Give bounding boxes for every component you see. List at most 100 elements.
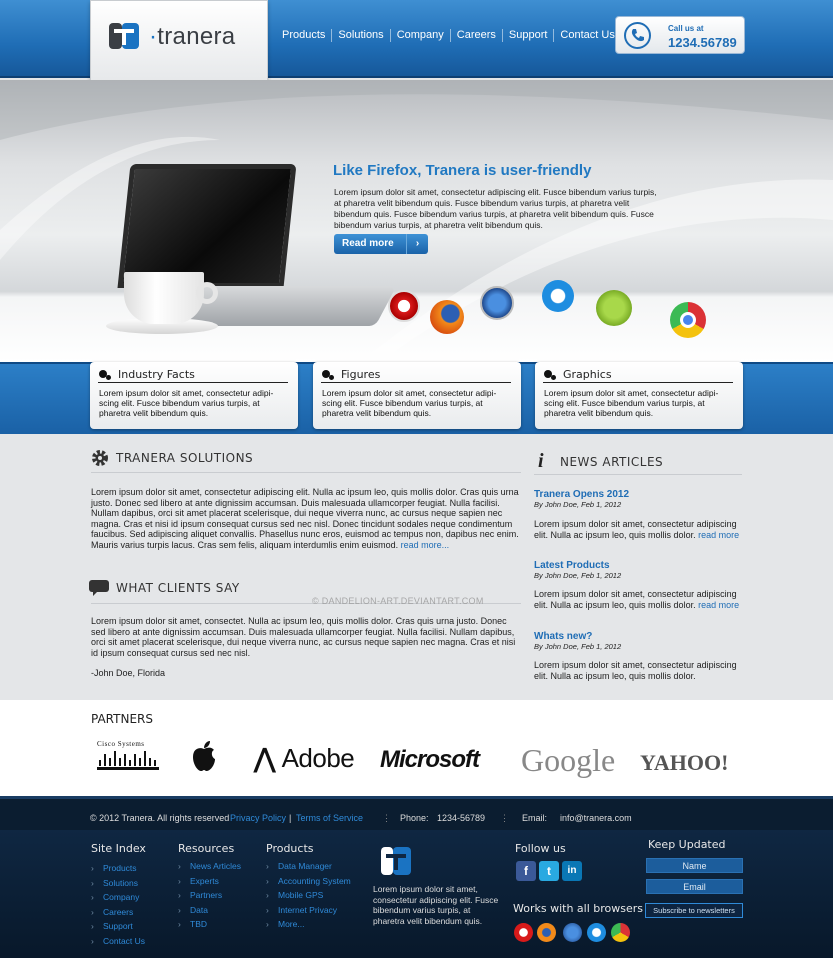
news-title-3[interactable]: Whats new? [534, 631, 592, 642]
terms-link[interactable]: Terms of Service [296, 813, 363, 823]
fact-text: Lorem ipsum dolor sit amet, consectetur … [99, 388, 274, 418]
footer-link[interactable]: Mobile GPS [266, 888, 351, 903]
news-text: Lorem ipsum dolor sit amet, consectetur … [534, 519, 740, 540]
news-byline: By John Doe, Feb 1, 2012 [534, 500, 622, 509]
news-read-more-link[interactable]: read more [698, 600, 739, 610]
speech-bubble-icon [89, 580, 109, 596]
opera-icon [388, 290, 420, 322]
dots-separator: ⋮ [382, 813, 391, 823]
chevron-right-icon: › [406, 234, 428, 254]
news-title-2[interactable]: Latest Products [534, 560, 610, 571]
adobe-logo[interactable]: ⋀ Adobe [254, 743, 355, 774]
footer-link[interactable]: News Articles [178, 859, 241, 874]
logo-box[interactable]: ·tranera [90, 0, 268, 83]
news-title-1[interactable]: Tranera Opens 2012 [534, 489, 629, 500]
chrome-icon [611, 923, 630, 942]
footer-link[interactable]: Data Manager [266, 859, 351, 874]
site-index-list: Products Solutions Company Careers Suppo… [91, 861, 145, 948]
fact-header: Figures [321, 367, 511, 383]
nav-products[interactable]: Products [276, 29, 333, 42]
footer-link[interactable]: TBD [178, 917, 241, 932]
laptop-image [117, 164, 297, 288]
client-author: -John Doe, Florida [91, 668, 166, 678]
read-more-button[interactable]: Read more › [334, 234, 428, 254]
fact-title: Industry Facts [118, 368, 195, 381]
nav-support[interactable]: Support [503, 29, 555, 42]
microsoft-logo[interactable]: Microsoft [380, 746, 480, 774]
footer-link[interactable]: Support [91, 919, 145, 934]
fact-card-industry: Industry Facts Lorem ipsum dolor sit ame… [90, 362, 298, 429]
gear-icon [92, 450, 108, 466]
cup-handle [196, 282, 218, 304]
fact-header: Graphics [543, 367, 733, 383]
footer-link[interactable]: Company [91, 890, 145, 905]
ie-icon: e [542, 280, 574, 312]
yahoo-logo[interactable]: YAHOO! [640, 750, 728, 776]
footer-link[interactable]: Experts [178, 874, 241, 889]
news-text: Lorem ipsum dolor sit amet, consectetur … [534, 660, 737, 681]
twitter-icon[interactable]: t [539, 861, 559, 881]
nav-contact-us[interactable]: Contact Us [554, 29, 620, 42]
name-input[interactable]: Name [646, 858, 743, 873]
safari-icon [563, 923, 582, 942]
partners-section: PARTNERS Cisco Systems ⋀ Adobe Microsoft… [0, 700, 833, 796]
privacy-policy-link[interactable]: Privacy Policy [230, 813, 286, 823]
email-address: info@tranera.com [560, 813, 632, 823]
site-footer: Site Index Products Solutions Company Ca… [0, 830, 833, 958]
call-label: Call us at [668, 24, 704, 33]
fact-text: Lorem ipsum dolor sit amet, consectetur … [322, 388, 497, 418]
hero-text: Lorem ipsum dolor sit amet, consectetur … [334, 187, 657, 230]
products-heading: Products [266, 842, 314, 855]
footer-link[interactable]: Careers [91, 905, 145, 920]
email-input[interactable]: Email [646, 879, 743, 894]
news-heading: NEWS ARTICLES [560, 455, 664, 469]
safari-icon [480, 286, 514, 320]
linkedin-icon[interactable]: in [562, 861, 582, 881]
ie-icon [587, 923, 606, 942]
footer-link[interactable]: Internet Privacy [266, 903, 351, 918]
footer-link[interactable]: Data [178, 903, 241, 918]
dots-icon-small [329, 375, 334, 380]
news-text: Lorem ipsum dolor sit amet, consectetur … [534, 589, 740, 610]
call-us-box: Call us at 1234.56789 [615, 16, 745, 54]
google-logo[interactable]: Google [521, 742, 615, 779]
fact-title: Graphics [563, 368, 612, 381]
apple-logo-icon[interactable] [191, 740, 217, 772]
fact-title: Figures [341, 368, 381, 381]
follow-heading: Follow us [515, 842, 566, 855]
nav-company[interactable]: Company [391, 29, 451, 42]
chrome-icon [670, 302, 706, 338]
link-separator: | [289, 813, 292, 823]
nav-careers[interactable]: Careers [451, 29, 503, 42]
cisco-bars-icon [97, 751, 159, 770]
subscribe-button[interactable]: Subscribe to newsletters [645, 903, 743, 918]
solutions-text: Lorem ipsum dolor sit amet, consectetur … [91, 487, 519, 550]
footer-link[interactable]: Accounting System [266, 874, 351, 889]
footer-link[interactable]: More... [266, 917, 351, 932]
dots-separator: ⋮ [500, 813, 509, 823]
footer-about-text: Lorem ipsum dolor sit amet, consectetur … [373, 884, 499, 926]
news-read-more-link[interactable]: read more [698, 530, 739, 540]
dots-icon-small [551, 375, 556, 380]
footer-link[interactable]: Solutions [91, 876, 145, 891]
facebook-icon[interactable]: f [516, 861, 536, 881]
solutions-heading: TRANERA SOLUTIONS [116, 451, 254, 465]
footer-link[interactable]: Products [91, 861, 145, 876]
nav-solutions[interactable]: Solutions [332, 29, 391, 42]
divider [91, 472, 521, 473]
android-icon [596, 290, 632, 326]
footer-link[interactable]: Contact Us [91, 934, 145, 949]
cisco-logo[interactable]: Cisco Systems [97, 740, 159, 773]
fact-card-graphics: Graphics Lorem ipsum dolor sit amet, con… [535, 362, 743, 429]
main-nav: Products Solutions Company Careers Suppo… [276, 29, 621, 42]
footer-bar: © 2012 Tranera. All rights reserved Priv… [0, 796, 833, 830]
solutions-read-more-link[interactable]: read more... [401, 540, 450, 550]
keep-updated-heading: Keep Updated [648, 838, 726, 851]
resources-list: News Articles Experts Partners Data TBD [178, 859, 241, 932]
hero-title: Like Firefox, Tranera is user-friendly [333, 162, 592, 179]
footer-link[interactable]: Partners [178, 888, 241, 903]
email-label: Email: [522, 813, 548, 823]
phone-number: 1234-56789 [437, 813, 486, 823]
adobe-mark-icon: ⋀ [254, 743, 282, 773]
tranera-logo-icon [109, 23, 139, 49]
